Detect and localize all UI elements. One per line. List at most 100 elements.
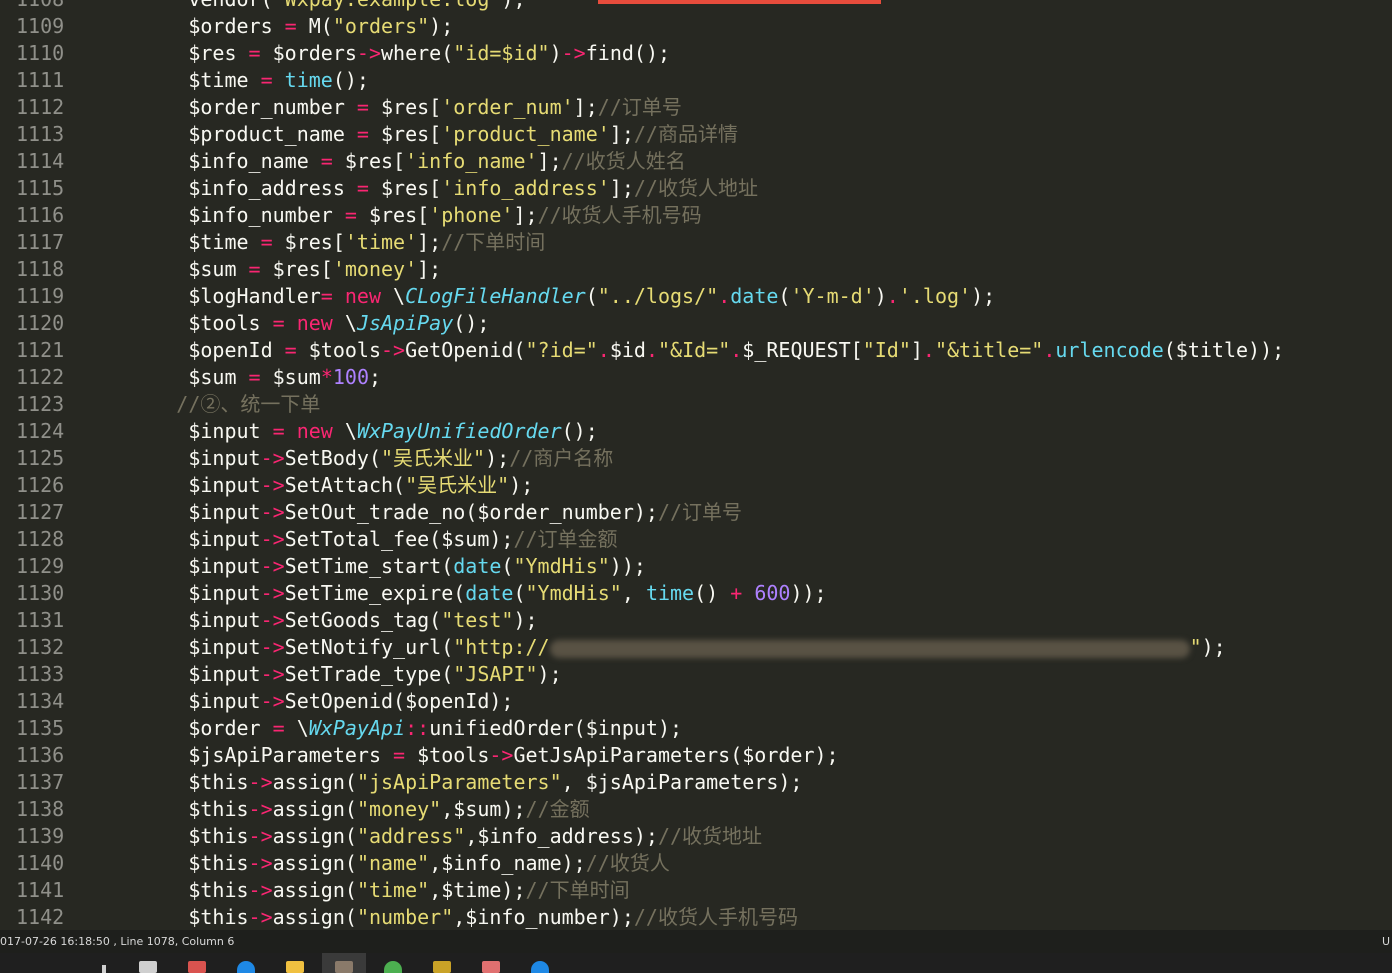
code-token: . [730, 338, 743, 362]
code-token: ) [874, 284, 887, 308]
code-token: date [465, 581, 514, 605]
code-token: ]; [573, 95, 598, 119]
code-text: $input->SetTrade_type("JSAPI"); [92, 661, 561, 688]
code-token: SetTime_start( [284, 554, 454, 578]
code-token: new [344, 284, 381, 308]
code-text: $input->SetTotal_fee($sum);//订单金额 [92, 526, 618, 553]
code-line: 1113 $product_name = $res['product_name'… [0, 121, 1392, 148]
code-token: $orders [260, 41, 357, 65]
code-token: $tools [188, 311, 273, 335]
taskbar-app-4[interactable] [273, 953, 317, 973]
code-editor[interactable]: 1108 vendor('Wxpay.example.log');1109 $o… [0, 0, 1392, 930]
code-token: $res[ [368, 95, 442, 119]
code-token: $info_name [188, 149, 321, 173]
redacted-url [549, 639, 1190, 658]
code-token: = [320, 284, 333, 308]
code-token: = [356, 122, 369, 146]
taskbar-app-9[interactable] [518, 953, 562, 973]
taskbar-app-5[interactable] [322, 953, 366, 973]
browser-icon [384, 961, 402, 973]
taskbar-app-8[interactable] [469, 953, 513, 973]
code-text: $res = $orders->where("id=$id")->find(); [92, 40, 670, 67]
code-token: //商户名称 [509, 446, 614, 470]
line-number: 1111 [16, 68, 65, 92]
code-token: = [320, 149, 333, 173]
code-token: //订单金额 [513, 527, 618, 551]
code-token: "../logs/" [597, 284, 719, 308]
code-line: 1124 $input = new \WxPayUnifiedOrder(); [0, 418, 1392, 445]
code-token: $_REQUEST[ [742, 338, 863, 362]
taskbar-app-2[interactable] [175, 953, 219, 973]
status-bar: 017-07-26 16:18:50 , Line 1078, Column 6… [0, 930, 1392, 953]
code-line: 1132 $input->SetNotify_url("http:// "); [0, 634, 1392, 661]
code-token: 100 [332, 365, 369, 389]
code-line: 1133 $input->SetTrade_type("JSAPI"); [0, 661, 1392, 688]
code-token: = [356, 176, 369, 200]
taskbar-app-7[interactable] [420, 953, 464, 973]
code-line: 1127 $input->SetOut_trade_no($order_numb… [0, 499, 1392, 526]
code-line: 1118 $sum = $res['money']; [0, 256, 1392, 283]
code-token: ; [368, 365, 382, 389]
code-token: $res[ [368, 176, 442, 200]
code-token: ( [513, 581, 526, 605]
line-number: 1138 [16, 797, 65, 821]
taskbar-app-6[interactable] [371, 953, 415, 973]
code-token: -> [260, 500, 285, 524]
taskbar-app-3[interactable] [224, 953, 268, 973]
code-token: = [344, 203, 357, 227]
line-number: 1119 [16, 284, 65, 308]
code-text: $info_number = $res['phone'];//收货人手机号码 [92, 202, 701, 229]
code-token: = [248, 365, 261, 389]
code-line: 1120 $tools = new \JsApiPay(); [0, 310, 1392, 337]
code-token: //收货人姓名 [561, 149, 686, 173]
code-token: $tools [296, 338, 381, 362]
code-token: 600 [754, 581, 791, 605]
code-token: //金额 [525, 797, 590, 821]
code-token: -> [260, 581, 285, 605]
code-token: "name" [356, 851, 430, 875]
code-line: 1135 $order = \WxPayApi::unifiedOrder($i… [0, 715, 1392, 742]
code-token: ( [585, 284, 598, 308]
code-text: $this->assign("address",$info_address);/… [92, 823, 762, 850]
code-text: $time = $res['time'];//下单时间 [92, 229, 545, 256]
code-text: $orders = M("orders"); [92, 13, 453, 40]
line-number: 1125 [16, 446, 65, 470]
code-token: SetNotify_url( [284, 635, 454, 659]
code-token: 'Wxpay.example.log' [273, 0, 502, 11]
code-token: \ [284, 716, 309, 740]
folder-icon [286, 961, 304, 973]
code-line: 1123 //②、统一下单 [0, 391, 1392, 418]
code-token: "id=$id" [453, 41, 550, 65]
line-number: 1118 [16, 257, 65, 281]
line-number: 1121 [16, 338, 65, 362]
code-token: () [694, 581, 731, 605]
code-token: "?id=" [525, 338, 598, 362]
code-token: $orders [188, 14, 285, 38]
code-token: ] [910, 338, 923, 362]
code-token: time [284, 68, 333, 92]
line-number: 1139 [16, 824, 65, 848]
code-line: 1128 $input->SetTotal_fee($sum);//订单金额 [0, 526, 1392, 553]
code-token: $sum [260, 365, 321, 389]
code-token: $input [188, 635, 261, 659]
code-token: "Id" [862, 338, 911, 362]
code-token: -> [248, 824, 273, 848]
code-token: . [645, 338, 658, 362]
code-token: "吴氏米业" [381, 446, 486, 470]
taskbar-app-1[interactable] [126, 953, 170, 973]
code-line: 1129 $input->SetTime_start(date("YmdHis"… [0, 553, 1392, 580]
code-token: date [453, 554, 502, 578]
code-token: $res[ [368, 122, 442, 146]
